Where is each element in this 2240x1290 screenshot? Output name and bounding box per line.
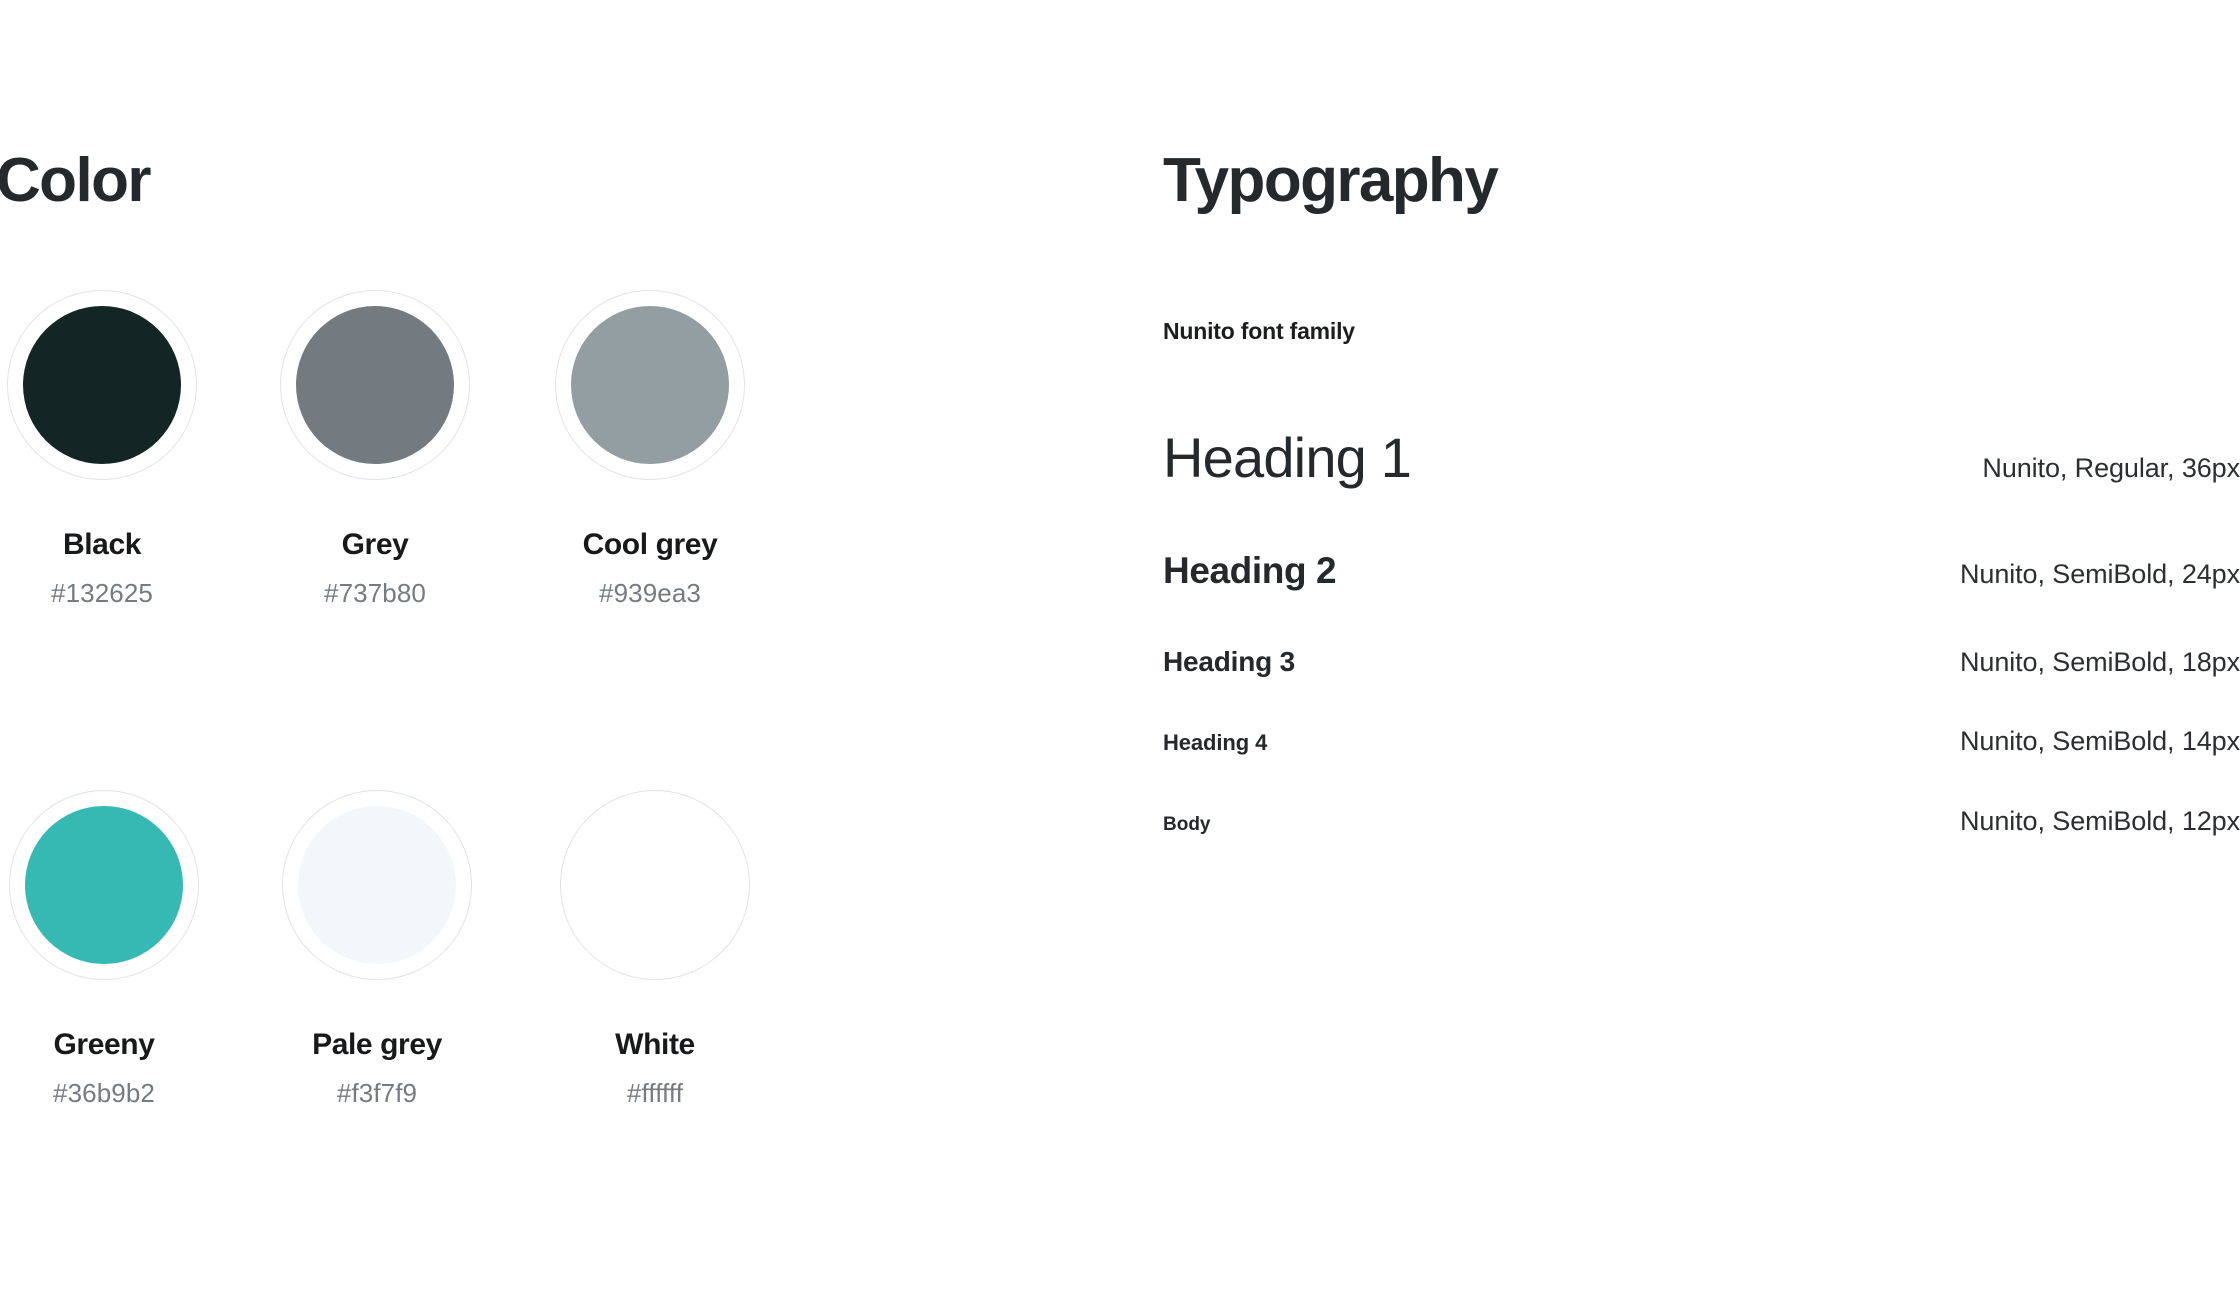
swatch-name-label: White [615, 1028, 695, 1061]
swatch-fill [296, 306, 454, 464]
swatch-fill [23, 306, 181, 464]
color-swatch-grey[interactable]: Grey #737b80 [273, 290, 477, 608]
type-row-heading-2: Heading 2 Nunito, SemiBold, 24px [1163, 552, 2240, 648]
type-spec-heading-2: Nunito, SemiBold, 24px [1960, 559, 2240, 589]
color-swatch-row: Black #132625 Grey #737b80 Cool grey #93… [0, 290, 800, 790]
type-sample-heading-1: Heading 1 [1163, 426, 1412, 489]
type-spec-heading-3: Nunito, SemiBold, 18px [1960, 647, 2240, 677]
type-sample-heading-3: Heading 3 [1163, 646, 1296, 677]
swatch-ring [9, 790, 199, 980]
swatch-hex-value: #939ea3 [599, 578, 701, 608]
color-swatch-pale-grey[interactable]: Pale grey #f3f7f9 [275, 790, 479, 1108]
swatch-hex-value: #737b80 [324, 578, 426, 608]
font-family-label: Nunito font family [1163, 318, 1355, 344]
swatch-fill [571, 306, 729, 464]
swatch-hex-value: #36b9b2 [53, 1078, 155, 1108]
color-swatch-greeny[interactable]: Greeny #36b9b2 [2, 790, 206, 1108]
type-sample-heading-2: Heading 2 [1163, 550, 1337, 591]
swatch-hex-value: #f3f7f9 [336, 1078, 418, 1108]
type-row-heading-3: Heading 3 Nunito, SemiBold, 18px [1163, 648, 2240, 728]
swatch-name-label: Grey [341, 528, 409, 561]
swatch-hex-value: #132625 [51, 578, 153, 608]
type-row-body: Body Nunito, SemiBold, 12px [1163, 808, 2240, 868]
swatch-ring [280, 290, 470, 480]
swatch-ring [282, 790, 472, 980]
swatch-ring [555, 290, 745, 480]
color-swatch-row: Greeny #36b9b2 Pale grey #f3f7f9 White #… [0, 790, 800, 1290]
color-swatch-grid: Black #132625 Grey #737b80 Cool grey #93… [0, 290, 800, 1290]
type-row-heading-1: Heading 1 Nunito, Regular, 36px [1163, 430, 2240, 552]
swatch-name-label: Cool grey [582, 528, 718, 561]
color-section-title: Color [0, 145, 151, 215]
color-swatch-cool-grey[interactable]: Cool grey #939ea3 [548, 290, 752, 608]
typography-section-title: Typography [1163, 145, 1499, 215]
swatch-name-label: Black [62, 528, 142, 561]
color-swatch-white[interactable]: White #ffffff [553, 790, 757, 1108]
swatch-name-label: Pale grey [312, 1028, 442, 1061]
color-swatch-black[interactable]: Black #132625 [0, 290, 204, 608]
typography-scale-list: Heading 1 Nunito, Regular, 36px Heading … [1163, 430, 2240, 868]
color-section: Color Black #132625 Grey #737b80 Cool gr… [0, 0, 1100, 1280]
swatch-name-label: Greeny [53, 1028, 155, 1061]
type-row-heading-4: Heading 4 Nunito, SemiBold, 14px [1163, 728, 2240, 808]
swatch-ring [560, 790, 750, 980]
swatch-hex-value: #ffffff [626, 1078, 684, 1108]
type-sample-heading-4: Heading 4 [1163, 730, 1268, 755]
style-guide-page: Color Black #132625 Grey #737b80 Cool gr… [0, 0, 2240, 1280]
type-sample-body: Body [1163, 814, 1211, 835]
typography-section: Typography Nunito font family Heading 1 … [1163, 0, 2240, 1280]
type-spec-heading-4: Nunito, SemiBold, 14px [1960, 726, 2240, 756]
swatch-fill [576, 806, 734, 964]
swatch-fill [25, 806, 183, 964]
swatch-fill [298, 806, 456, 964]
type-spec-heading-1: Nunito, Regular, 36px [1982, 453, 2240, 483]
type-spec-body: Nunito, SemiBold, 12px [1960, 806, 2240, 836]
swatch-ring [7, 290, 197, 480]
